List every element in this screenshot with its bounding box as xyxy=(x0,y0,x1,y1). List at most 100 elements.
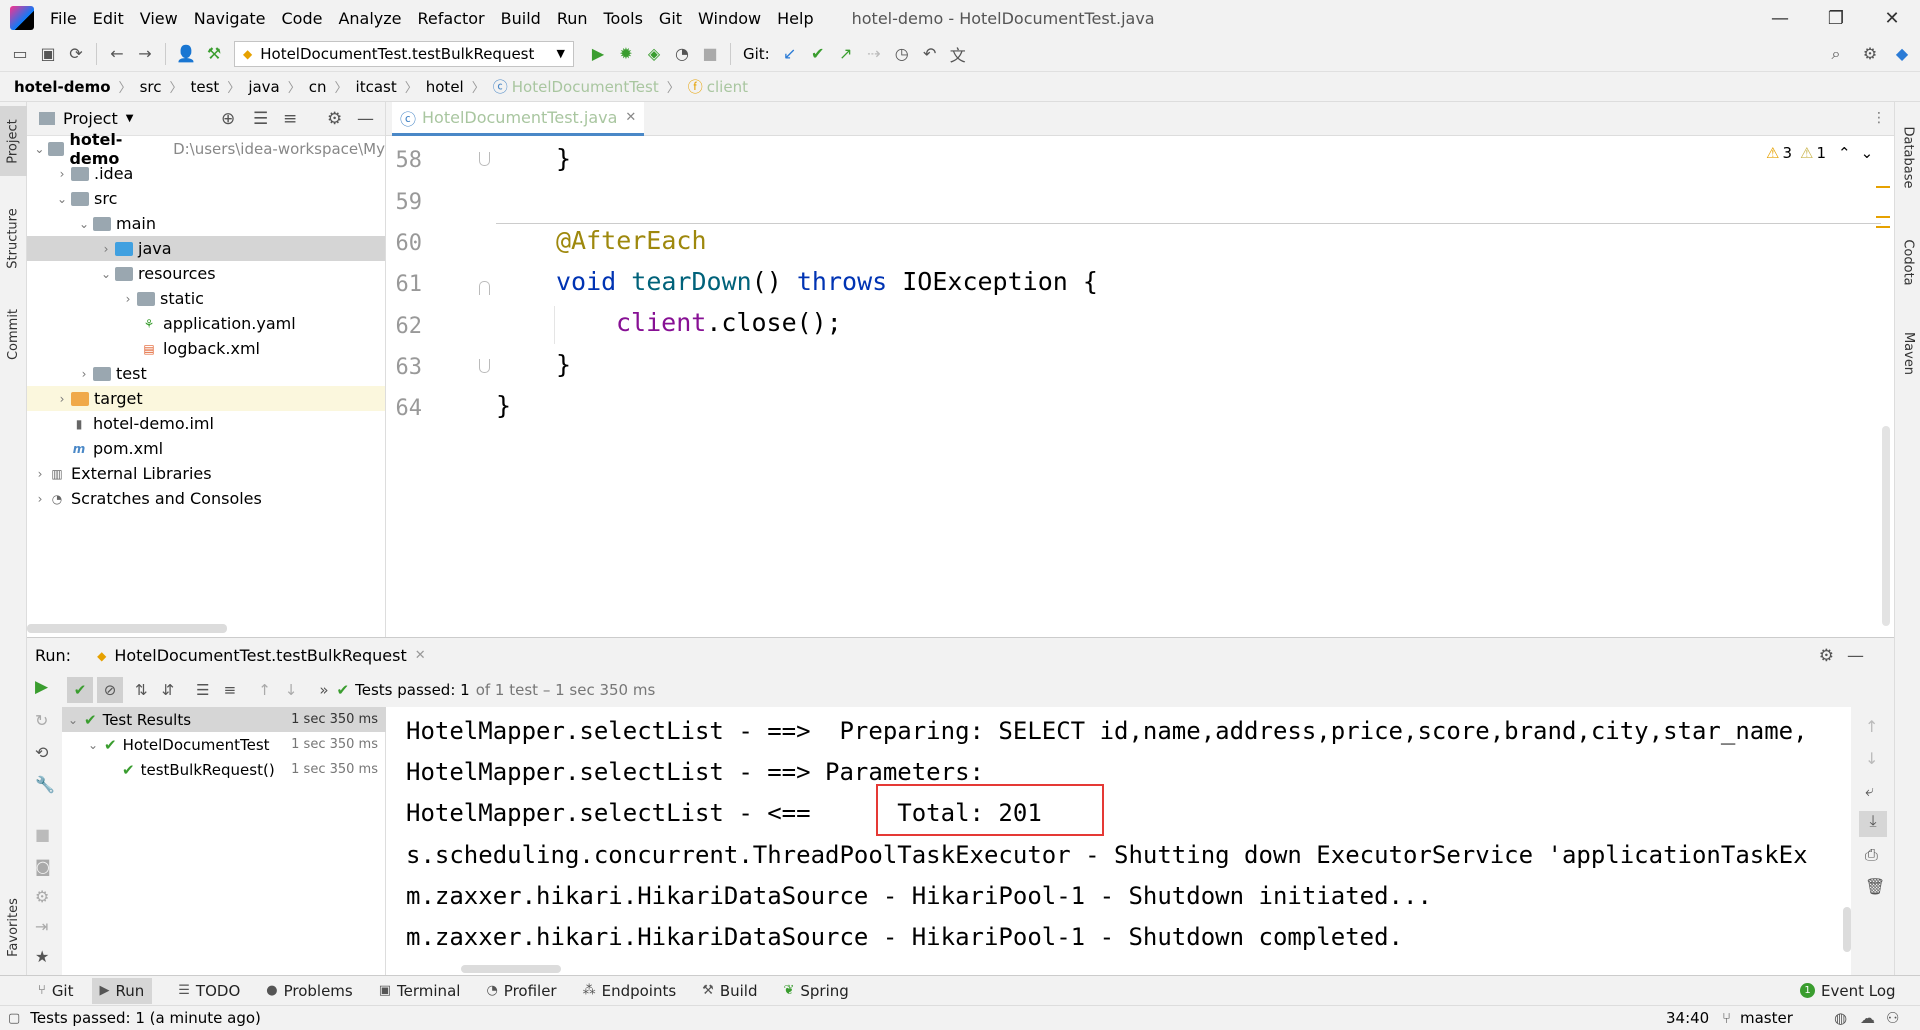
menu-build[interactable]: Build xyxy=(493,9,549,28)
chevron-up-icon[interactable]: ⌃ xyxy=(1838,144,1851,162)
tab-maven[interactable]: Maven xyxy=(1895,318,1920,388)
menu-git[interactable]: Git xyxy=(651,9,690,28)
breadcrumb-field[interactable]: client xyxy=(707,78,748,96)
trash-icon[interactable]: 🗑 xyxy=(1865,877,1885,896)
horizontal-scrollbar[interactable] xyxy=(461,965,561,973)
breadcrumb-item[interactable]: java xyxy=(248,78,279,96)
chevron-right-icon[interactable]: › xyxy=(31,492,49,506)
tree-item-iml[interactable]: ▮ hotel-demo.iml xyxy=(27,411,385,436)
menu-file[interactable]: File xyxy=(42,9,85,28)
inspection-widget[interactable]: ⚠ 3 ⚠ 1 ⌃ ⌄ xyxy=(1766,144,1873,162)
horizontal-scrollbar[interactable] xyxy=(27,624,227,633)
chevron-down-icon[interactable]: ▼ xyxy=(126,113,134,124)
tree-item-application-yaml[interactable]: ⚘ application.yaml xyxy=(27,311,385,336)
chevron-down-icon[interactable]: ⌄ xyxy=(75,217,93,231)
chevron-down-icon[interactable]: ⌄ xyxy=(53,192,71,206)
tree-item-root[interactable]: ⌄ hotel-demo D:\users\idea-workspace\My xyxy=(27,130,385,168)
run-tab-label[interactable]: HotelDocumentTest.testBulkRequest xyxy=(114,646,406,665)
chevron-down-icon[interactable]: ⌄ xyxy=(31,142,48,156)
tool-window-spring[interactable]: ❦ Spring xyxy=(783,982,848,1000)
rerun-failed-icon[interactable]: ↻ xyxy=(35,711,48,730)
settings-icon[interactable]: ⚙ xyxy=(35,887,49,906)
tab-database[interactable]: Database xyxy=(1895,112,1920,202)
vertical-scrollbar[interactable] xyxy=(1882,426,1890,626)
next-icon[interactable]: ↓ xyxy=(285,681,298,699)
tree-item-java[interactable]: › java xyxy=(27,236,385,261)
git-commit-icon[interactable]: ✔ xyxy=(804,40,832,68)
run-configuration-select[interactable]: ◆ HotelDocumentTest.testBulkRequest ▼ xyxy=(234,40,574,67)
chevron-down-icon[interactable]: ⌄ xyxy=(97,267,115,281)
minimize-icon[interactable]: — xyxy=(1752,0,1808,36)
stop-icon[interactable]: ■ xyxy=(696,40,724,68)
plugin-icon[interactable]: ◆ xyxy=(1888,40,1916,68)
chevron-right-icon[interactable]: › xyxy=(119,292,137,306)
export-icon[interactable]: ⇥ xyxy=(35,917,48,936)
menu-analyze[interactable]: Analyze xyxy=(330,9,409,28)
tool-window-terminal[interactable]: ▣ Terminal xyxy=(379,982,461,1000)
down-arrow-icon[interactable]: ↓ xyxy=(1865,749,1878,768)
close-icon[interactable]: ✕ xyxy=(1864,0,1920,36)
tree-item-static[interactable]: › static xyxy=(27,286,385,311)
console-output[interactable]: HotelMapper.selectList - ==> Preparing: … xyxy=(386,707,1851,975)
tree-item-target[interactable]: › target xyxy=(27,386,385,411)
tree-item-idea[interactable]: › .idea xyxy=(27,161,385,186)
test-method-node[interactable]: ✔ testBulkRequest() 1 sec 350 ms xyxy=(62,757,386,782)
rerun-icon[interactable]: ▶ xyxy=(35,677,48,697)
tab-project[interactable]: Project xyxy=(0,106,27,176)
git-update-icon[interactable]: ↙ xyxy=(776,40,804,68)
show-passed-icon[interactable]: ✔ xyxy=(67,677,93,703)
fold-marker-icon[interactable] xyxy=(479,359,490,373)
tool-window-event-log[interactable]: 1 Event Log xyxy=(1800,982,1896,1000)
breadcrumb-item[interactable]: hotel-demo xyxy=(14,78,111,96)
wrench-icon[interactable]: 🔧 xyxy=(35,775,55,794)
tree-item-resources[interactable]: ⌄ resources xyxy=(27,261,385,286)
tree-item-logback-xml[interactable]: ▤ logback.xml xyxy=(27,336,385,361)
test-results-root[interactable]: ⌄ ✔ Test Results 1 sec 350 ms xyxy=(62,707,386,732)
scroll-to-end-icon[interactable]: ⤓ xyxy=(1859,811,1887,837)
save-icon[interactable]: ▣ xyxy=(34,40,62,68)
tool-window-run[interactable]: ▶ Run xyxy=(91,977,153,1004)
user-icon[interactable]: 👤 xyxy=(172,40,200,68)
breadcrumb-item[interactable]: hotel xyxy=(426,78,464,96)
build-hammer-icon[interactable]: ⚒ xyxy=(200,40,228,68)
vertical-scrollbar[interactable] xyxy=(1843,907,1851,952)
memory-icon[interactable]: ◍ xyxy=(1834,1009,1847,1027)
menu-code[interactable]: Code xyxy=(274,9,331,28)
collapse-all-icon[interactable]: ≡ xyxy=(224,681,237,699)
chevron-right-icon[interactable]: › xyxy=(75,367,93,381)
tool-window-profiler[interactable]: ◔ Profiler xyxy=(486,982,556,1000)
breadcrumb-item[interactable]: itcast xyxy=(356,78,397,96)
project-view-select[interactable]: Project xyxy=(63,109,118,128)
menu-run[interactable]: Run xyxy=(549,9,596,28)
chevron-right-icon[interactable]: › xyxy=(53,167,71,181)
tool-window-build[interactable]: ⚒ Build xyxy=(702,982,757,1000)
notifications-icon[interactable]: ☁ xyxy=(1860,1009,1875,1027)
tab-menu-icon[interactable]: ⋮ xyxy=(1872,110,1886,126)
debug-icon[interactable]: ✹ xyxy=(612,40,640,68)
fold-marker-icon[interactable] xyxy=(479,281,490,295)
tree-item-src[interactable]: ⌄ src xyxy=(27,186,385,211)
more-icon[interactable]: » xyxy=(319,681,328,699)
git-merge-icon[interactable]: ⇢ xyxy=(860,40,888,68)
sort-duration-icon[interactable]: ⇵ xyxy=(162,681,175,699)
tree-item-main[interactable]: ⌄ main xyxy=(27,211,385,236)
tab-favorites[interactable]: Favorites xyxy=(0,884,27,970)
sync-icon[interactable]: ⟳ xyxy=(62,40,90,68)
menu-window[interactable]: Window xyxy=(690,9,769,28)
test-class-node[interactable]: ⌄ ✔ HotelDocumentTest 1 sec 350 ms xyxy=(62,732,386,757)
tool-window-todo[interactable]: ☰ TODO xyxy=(178,982,240,1000)
expand-all-icon[interactable]: ☰ xyxy=(196,681,209,699)
previous-icon[interactable]: ↑ xyxy=(258,681,271,699)
status-icon[interactable]: ▢ xyxy=(8,1011,20,1026)
menu-tools[interactable]: Tools xyxy=(596,9,651,28)
print-icon[interactable]: ⎙ xyxy=(1865,845,1878,865)
restore-icon[interactable]: ❐ xyxy=(1808,0,1864,36)
expand-all-icon[interactable]: ☰ xyxy=(253,109,268,129)
rollback-icon[interactable]: ↶ xyxy=(916,40,944,68)
git-branch[interactable]: master xyxy=(1740,1009,1793,1027)
menu-view[interactable]: View xyxy=(132,9,186,28)
chevron-right-icon[interactable]: › xyxy=(31,467,49,481)
collapse-all-icon[interactable]: ≡ xyxy=(283,109,297,129)
caret-position[interactable]: 34:40 xyxy=(1666,1009,1709,1027)
tool-window-endpoints[interactable]: ⁂ Endpoints xyxy=(583,982,677,1000)
